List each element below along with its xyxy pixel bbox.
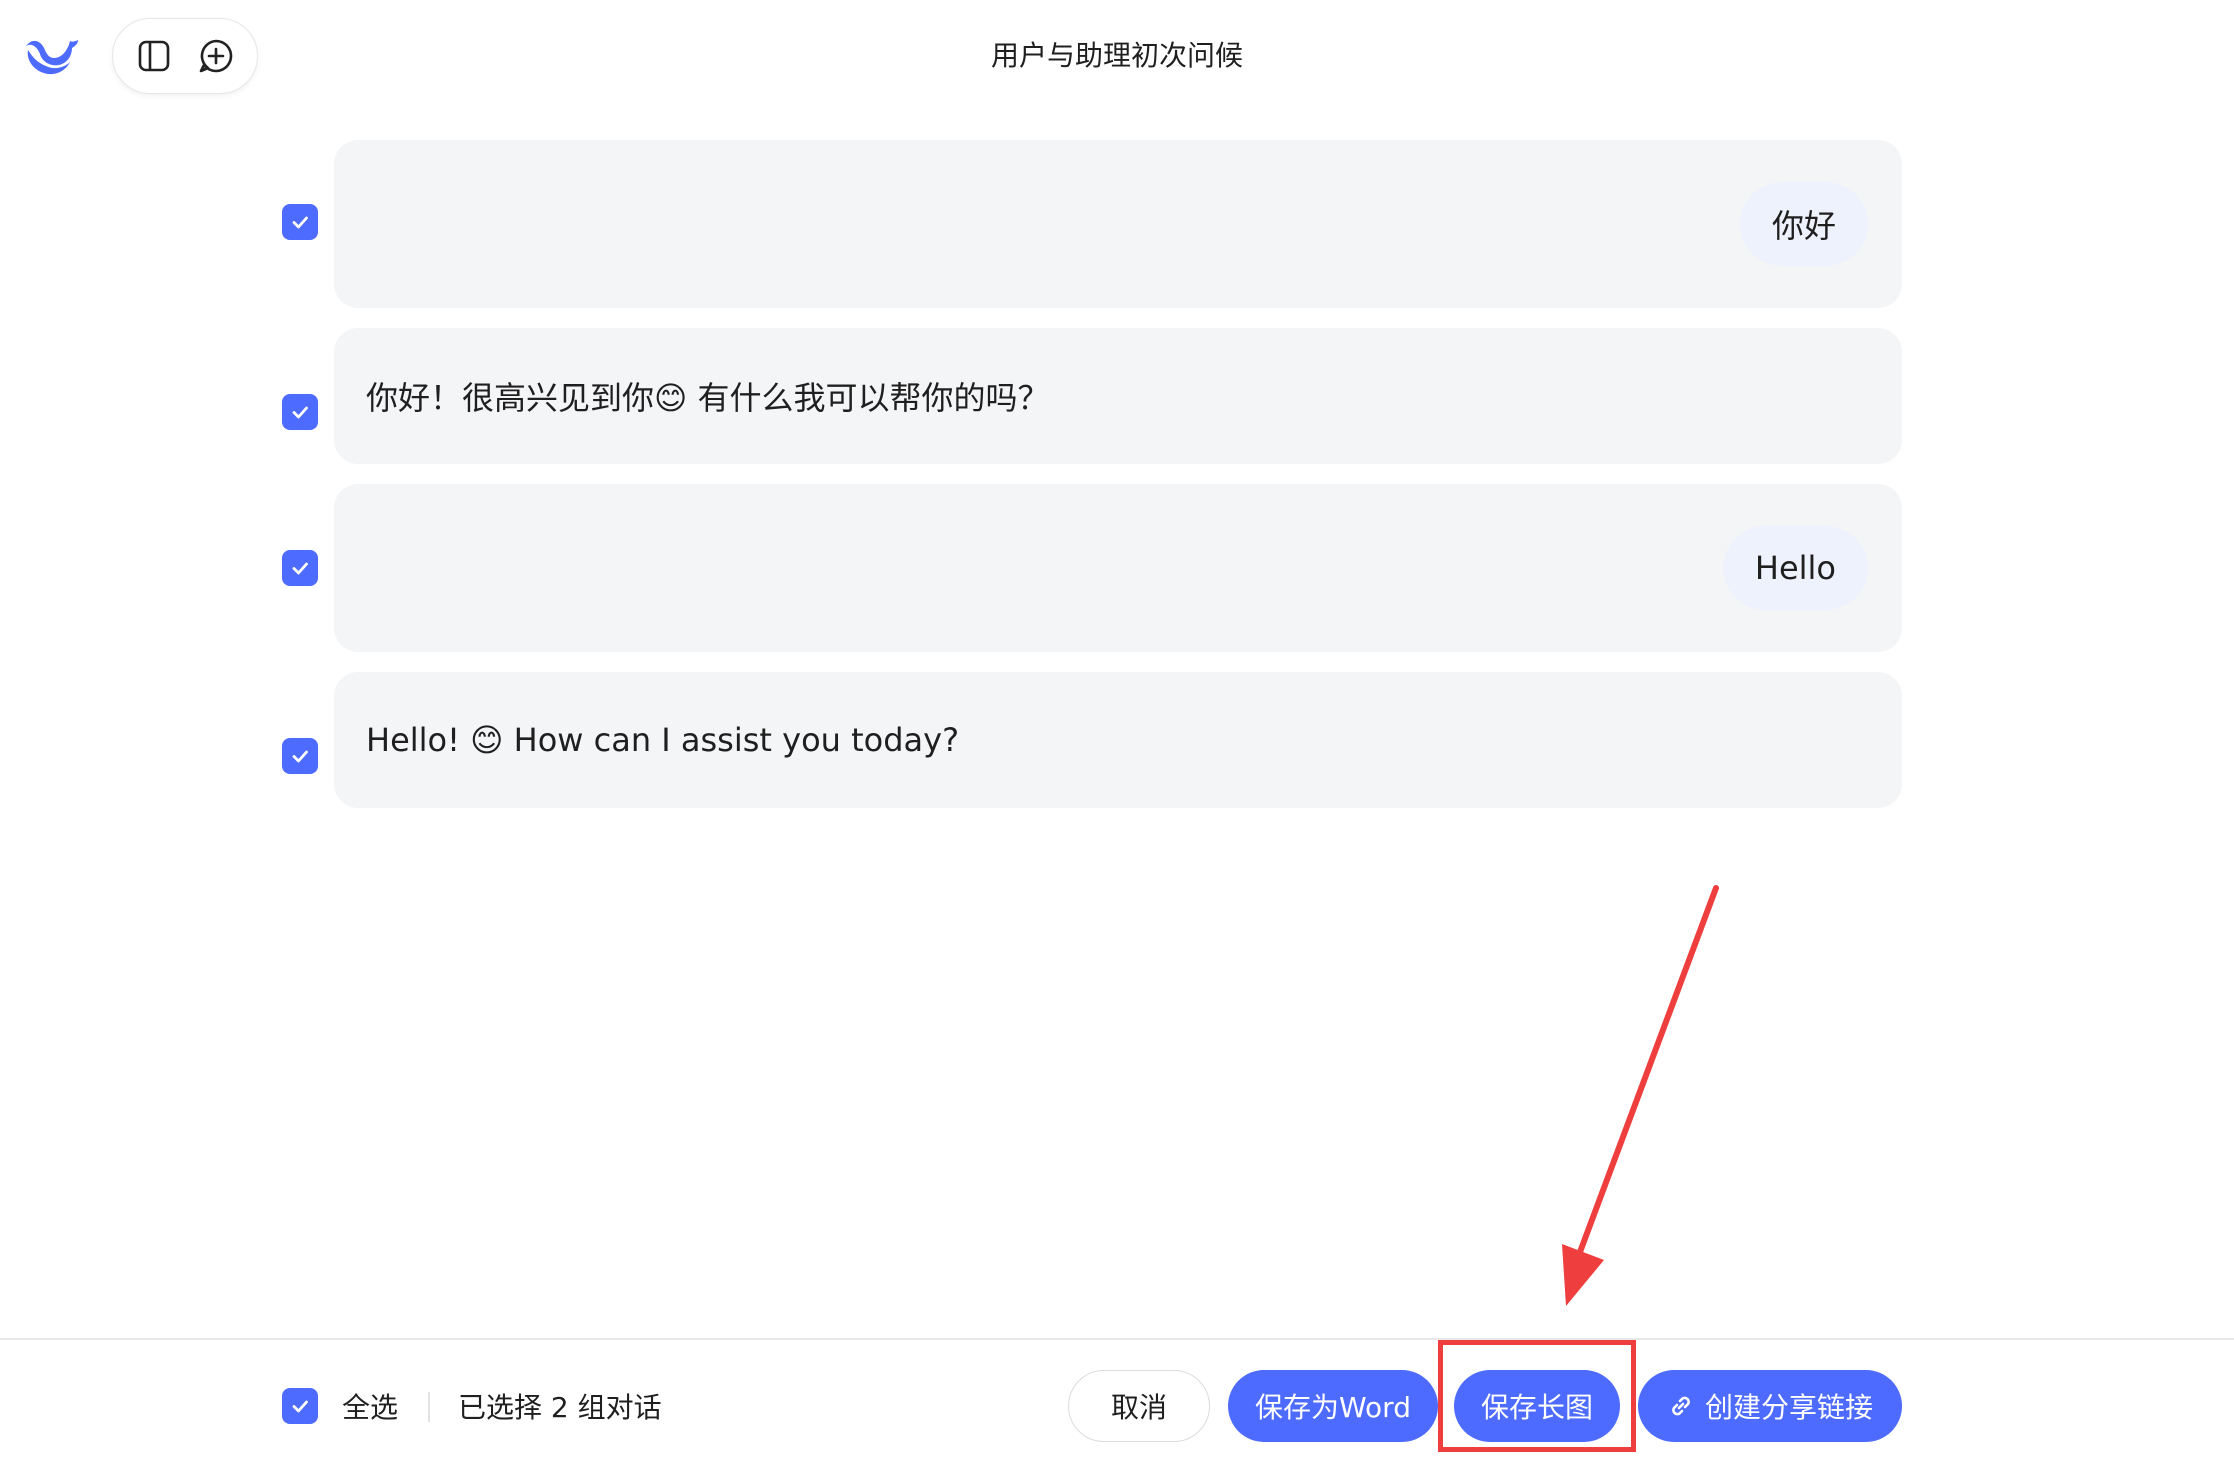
check-icon	[292, 406, 308, 419]
assistant-message-text: 你好！很高兴见到你😊 有什么我可以帮你的吗？	[366, 379, 1050, 417]
check-icon	[292, 750, 308, 763]
check-icon	[292, 1400, 308, 1413]
page-title: 用户与助理初次问候	[990, 39, 1243, 72]
assistant-message-text: Hello! 😊 How can I assist you today?	[366, 721, 960, 759]
user-message-bubble: 你好	[1739, 182, 1868, 266]
message-card[interactable]: Hello! 😊 How can I assist you today?	[334, 672, 1902, 808]
message-checkbox[interactable]	[282, 394, 318, 430]
footer-divider	[428, 1392, 430, 1422]
create-share-link-label: 创建分享链接	[1704, 1391, 1873, 1424]
message-checkbox[interactable]	[282, 204, 318, 240]
message-checkbox[interactable]	[282, 738, 318, 774]
annotation-highlight-box	[1438, 1340, 1636, 1452]
save-as-word-label: 保存为Word	[1255, 1391, 1411, 1424]
select-all-checkbox[interactable]	[282, 1388, 318, 1424]
selection-footer: 全选 已选择 2 组对话 取消 保存为Word 保存长图 创建分享链接	[0, 1338, 2234, 1466]
selected-count-text: 已选择 2 组对话	[458, 1391, 662, 1424]
message-card[interactable]: 你好	[334, 140, 1902, 308]
message-checkbox[interactable]	[282, 550, 318, 586]
check-icon	[292, 562, 308, 575]
select-all-label[interactable]: 全选	[342, 1386, 398, 1426]
cancel-button-label: 取消	[1110, 1391, 1167, 1424]
link-icon	[1672, 1396, 1690, 1416]
check-icon	[292, 216, 308, 229]
create-share-link-button[interactable]: 创建分享链接	[1638, 1370, 1902, 1442]
save-as-word-button[interactable]: 保存为Word	[1228, 1370, 1438, 1442]
user-message-bubble: Hello	[1722, 526, 1868, 610]
message-card[interactable]: 你好！很高兴见到你😊 有什么我可以帮你的吗？	[334, 328, 1902, 464]
cancel-button[interactable]: 取消	[1068, 1370, 1210, 1442]
message-card[interactable]: Hello	[334, 484, 1902, 652]
